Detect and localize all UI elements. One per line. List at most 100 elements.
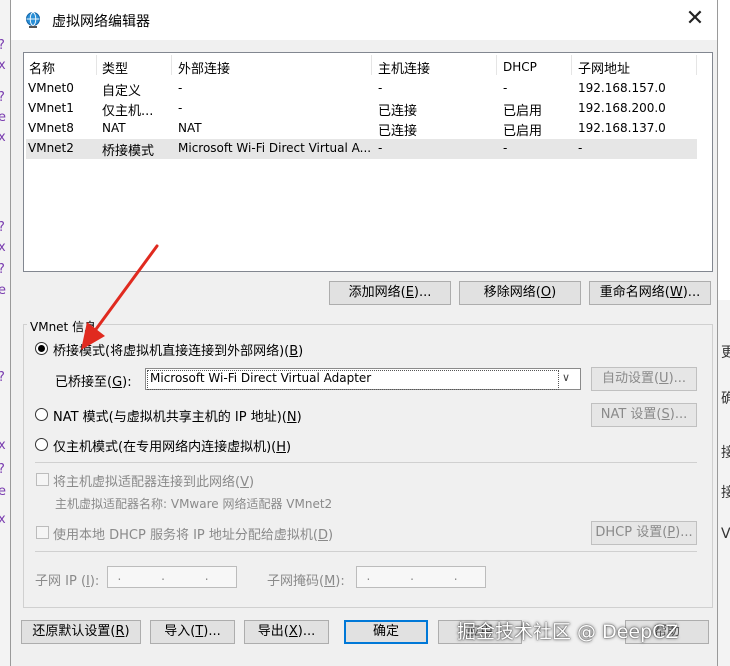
button-label-tail: ) [124, 624, 130, 639]
close-button[interactable]: ✕ [683, 8, 707, 32]
label-text: 子网 IP ( [35, 574, 87, 589]
nat-mode-label[interactable]: NAT 模式(与虚拟机共享主机的 IP 地址)(N) [53, 406, 302, 425]
label-text: 子网掩码( [267, 574, 325, 589]
add-network-button[interactable]: 添加网络(E)... [329, 281, 451, 305]
auto-settings-button[interactable]: 自动设置(U)... [591, 367, 697, 391]
cell-external: - [178, 81, 183, 95]
connect-host-adapter-checkbox[interactable] [36, 473, 49, 486]
radio-dot [38, 345, 45, 352]
title-bar[interactable]: 虚拟网络编辑器 ✕ [11, 0, 717, 40]
cell-type: 桥接模式 [102, 144, 155, 159]
button-label: DHCP 设置( [595, 525, 668, 540]
label-text: NAT 模式(与虚拟机共享主机的 IP 地址)( [53, 410, 287, 425]
divider [35, 462, 697, 463]
subnet-ip-input[interactable]: . . . [107, 566, 237, 588]
connect-host-adapter-label[interactable]: 将主机虚拟适配器连接到此网络(V) [53, 471, 254, 490]
button-label-tail: )... [668, 371, 687, 386]
import-button[interactable]: 导入(T)... [150, 620, 235, 644]
accelerator-key: B [289, 344, 299, 359]
bg-char: ? [0, 462, 5, 477]
bridged-adapter-select[interactable]: Microsoft Wi-Fi Direct Virtual Adapter ∨ [145, 368, 581, 390]
ok-button[interactable]: 确定 [344, 620, 428, 644]
background-window-right: 更 确 接 接 V [716, 300, 730, 666]
accelerator-key: U [659, 371, 669, 386]
cell-subnet: 192.168.200.0 [578, 101, 666, 115]
bg-char: 接 [721, 485, 730, 501]
network-list[interactable]: 名称 类型 外部连接 主机连接 DHCP 子网地址 VMnet0 自定义 - -… [23, 52, 713, 272]
accelerator-key: D [317, 528, 328, 543]
bridge-mode-radio[interactable] [35, 342, 48, 355]
accelerator-key: V [240, 475, 249, 490]
label-tail: ) [298, 344, 304, 359]
cell-name: VMnet0 [28, 81, 74, 95]
host-only-label[interactable]: 仅主机模式(在专用网络内连接虚拟机)(H) [53, 436, 291, 455]
use-dhcp-label[interactable]: 使用本地 DHCP 服务将 IP 地址分配给虚拟机(D) [53, 524, 333, 543]
chevron-down-icon[interactable]: ∨ [562, 371, 570, 384]
column-divider [696, 55, 697, 75]
cell-dhcp: - [503, 141, 508, 155]
table-row[interactable]: VMnet8 NAT NAT 已连接 已启用 192.168.137.0 [26, 119, 697, 139]
column-header-name[interactable]: 名称 [29, 58, 55, 77]
nat-settings-button[interactable]: NAT 设置(S)... [591, 403, 697, 427]
table-row[interactable]: VMnet1 仅主机... - 已连接 已启用 192.168.200.0 [26, 99, 697, 119]
dhcp-settings-button[interactable]: DHCP 设置(P)... [591, 521, 697, 545]
accelerator-key: R [115, 624, 125, 639]
use-dhcp-checkbox[interactable] [36, 526, 49, 539]
divider [35, 551, 697, 552]
table-row[interactable]: VMnet0 自定义 - - - 192.168.157.0 [26, 79, 697, 99]
watermark: 掘金技术社区 @ DeepCZ [457, 621, 679, 643]
bg-char: ? [0, 90, 5, 105]
button-label: 导出( [257, 624, 289, 639]
label-text: 将主机虚拟适配器连接到此网络( [53, 475, 241, 490]
cell-external: Microsoft Wi-Fi Direct Virtual A... [178, 141, 372, 155]
subnet-mask-input[interactable]: . . . [356, 566, 486, 588]
cell-dhcp: - [503, 81, 508, 95]
button-label: 还原默认设置( [32, 624, 116, 639]
bg-char: ? [0, 220, 5, 235]
label-tail: ) [286, 440, 292, 455]
cell-subnet: - [578, 141, 583, 155]
accelerator-key: O [540, 285, 552, 300]
close-icon: ✕ [685, 6, 705, 31]
column-divider [96, 55, 97, 75]
column-header-external[interactable]: 外部连接 [178, 58, 230, 77]
accelerator-key: W [669, 285, 683, 300]
host-only-radio[interactable] [35, 438, 48, 451]
bg-char: x [0, 438, 6, 453]
button-label-tail: )... [297, 624, 316, 639]
nat-mode-radio[interactable] [35, 408, 48, 421]
ip-placeholder: . . . [366, 569, 476, 583]
button-label-tail: )... [669, 407, 688, 422]
cell-name: VMnet2 [28, 141, 74, 155]
column-divider [571, 55, 572, 75]
column-header-dhcp[interactable]: DHCP [503, 60, 537, 74]
accelerator-key: E [405, 285, 414, 300]
cell-external: NAT [178, 121, 202, 135]
rename-network-button[interactable]: 重命名网络(W)... [589, 281, 711, 305]
cell-host: 已连接 [378, 104, 418, 119]
button-label: 移除网络( [483, 285, 541, 300]
column-header-type[interactable]: 类型 [102, 58, 128, 77]
bridge-mode-label[interactable]: 桥接模式(将虚拟机直接连接到外部网络)(B) [53, 340, 303, 359]
label-tail: ) [296, 410, 302, 425]
cell-external: - [178, 101, 183, 115]
bg-char: 接 [721, 445, 730, 461]
column-header-host[interactable]: 主机连接 [378, 58, 430, 77]
table-row-selected[interactable]: VMnet2 桥接模式 Microsoft Wi-Fi Direct Virtu… [26, 139, 697, 159]
cell-subnet: 192.168.137.0 [578, 121, 666, 135]
cell-name: VMnet8 [28, 121, 74, 135]
remove-network-button[interactable]: 移除网络(O) [459, 281, 581, 305]
cell-dhcp: 已启用 [503, 124, 543, 139]
cell-name: VMnet1 [28, 101, 74, 115]
bg-char: ? [0, 38, 5, 53]
label-tail: ): [89, 574, 100, 589]
column-header-subnet[interactable]: 子网地址 [578, 58, 630, 77]
cell-host: - [378, 81, 383, 95]
label-text: 已桥接至( [55, 375, 113, 390]
export-button[interactable]: 导出(X)... [244, 620, 329, 644]
button-label-tail: )... [682, 285, 701, 300]
restore-defaults-button[interactable]: 还原默认设置(R) [21, 620, 141, 644]
column-divider [496, 55, 497, 75]
label-tail: ): [335, 574, 345, 589]
accelerator-key: M [324, 574, 336, 589]
